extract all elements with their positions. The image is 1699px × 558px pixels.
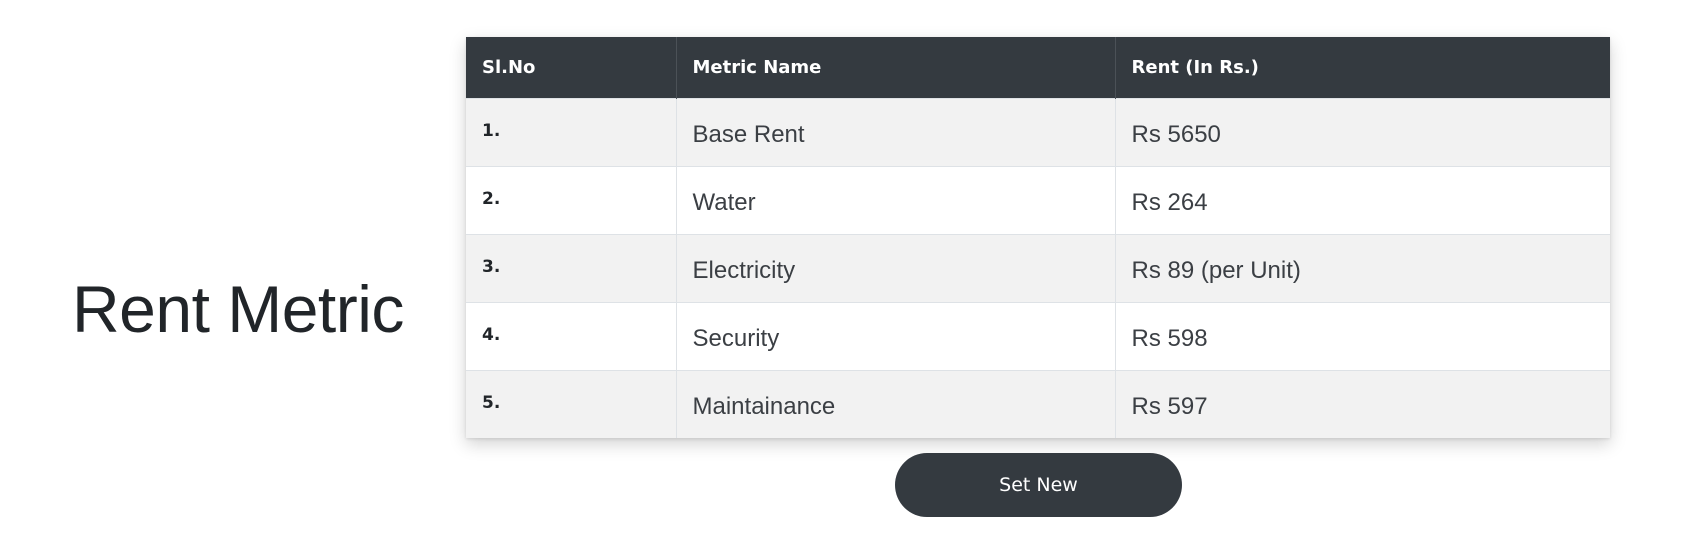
header-metric-name: Metric Name — [676, 37, 1116, 98]
cell-rent: Rs 5650 — [1131, 120, 1221, 148]
header-sl-no: Sl.No — [466, 37, 677, 98]
cell-rent: Rs 597 — [1131, 392, 1208, 420]
table-row: 1. Base Rent Rs 5650 — [466, 98, 1610, 166]
page-title: Rent Metric — [72, 272, 404, 347]
cell-sl-no: 5. — [466, 370, 677, 438]
cell-sl-no: 3. — [466, 234, 677, 302]
rent-table: Sl.No Metric Name Rent (In Rs.) 1. Base … — [466, 37, 1610, 438]
cell-rent: Rs 598 — [1131, 324, 1208, 352]
cell-metric-name: Water — [676, 166, 1116, 234]
cell-sl-no: 1. — [466, 98, 677, 166]
cell-metric-name: Base Rent — [676, 98, 1116, 166]
cell-metric-name: Maintainance — [676, 370, 1116, 438]
header-rent: Rent (In Rs.) — [1131, 56, 1259, 78]
table-row: 2. Water Rs 264 — [466, 166, 1610, 234]
cell-sl-no: 2. — [466, 166, 677, 234]
cell-rent: Rs 89 (per Unit) — [1131, 256, 1301, 284]
cell-metric-name: Security — [676, 302, 1116, 370]
table-row: 3. Electricity Rs 89 (per Unit) — [466, 234, 1610, 302]
set-new-button[interactable]: Set New — [895, 453, 1182, 517]
cell-metric-name: Electricity — [676, 234, 1116, 302]
cell-rent: Rs 264 — [1131, 188, 1208, 216]
cell-sl-no: 4. — [466, 302, 677, 370]
table-row: 4. Security Rs 598 — [466, 302, 1610, 370]
rent-metric-table: Sl.No Metric Name Rent (In Rs.) 1. Base … — [466, 37, 1610, 438]
table-header-row: Sl.No Metric Name Rent (In Rs.) — [466, 37, 1610, 98]
table-row: 5. Maintainance Rs 597 — [466, 370, 1610, 438]
